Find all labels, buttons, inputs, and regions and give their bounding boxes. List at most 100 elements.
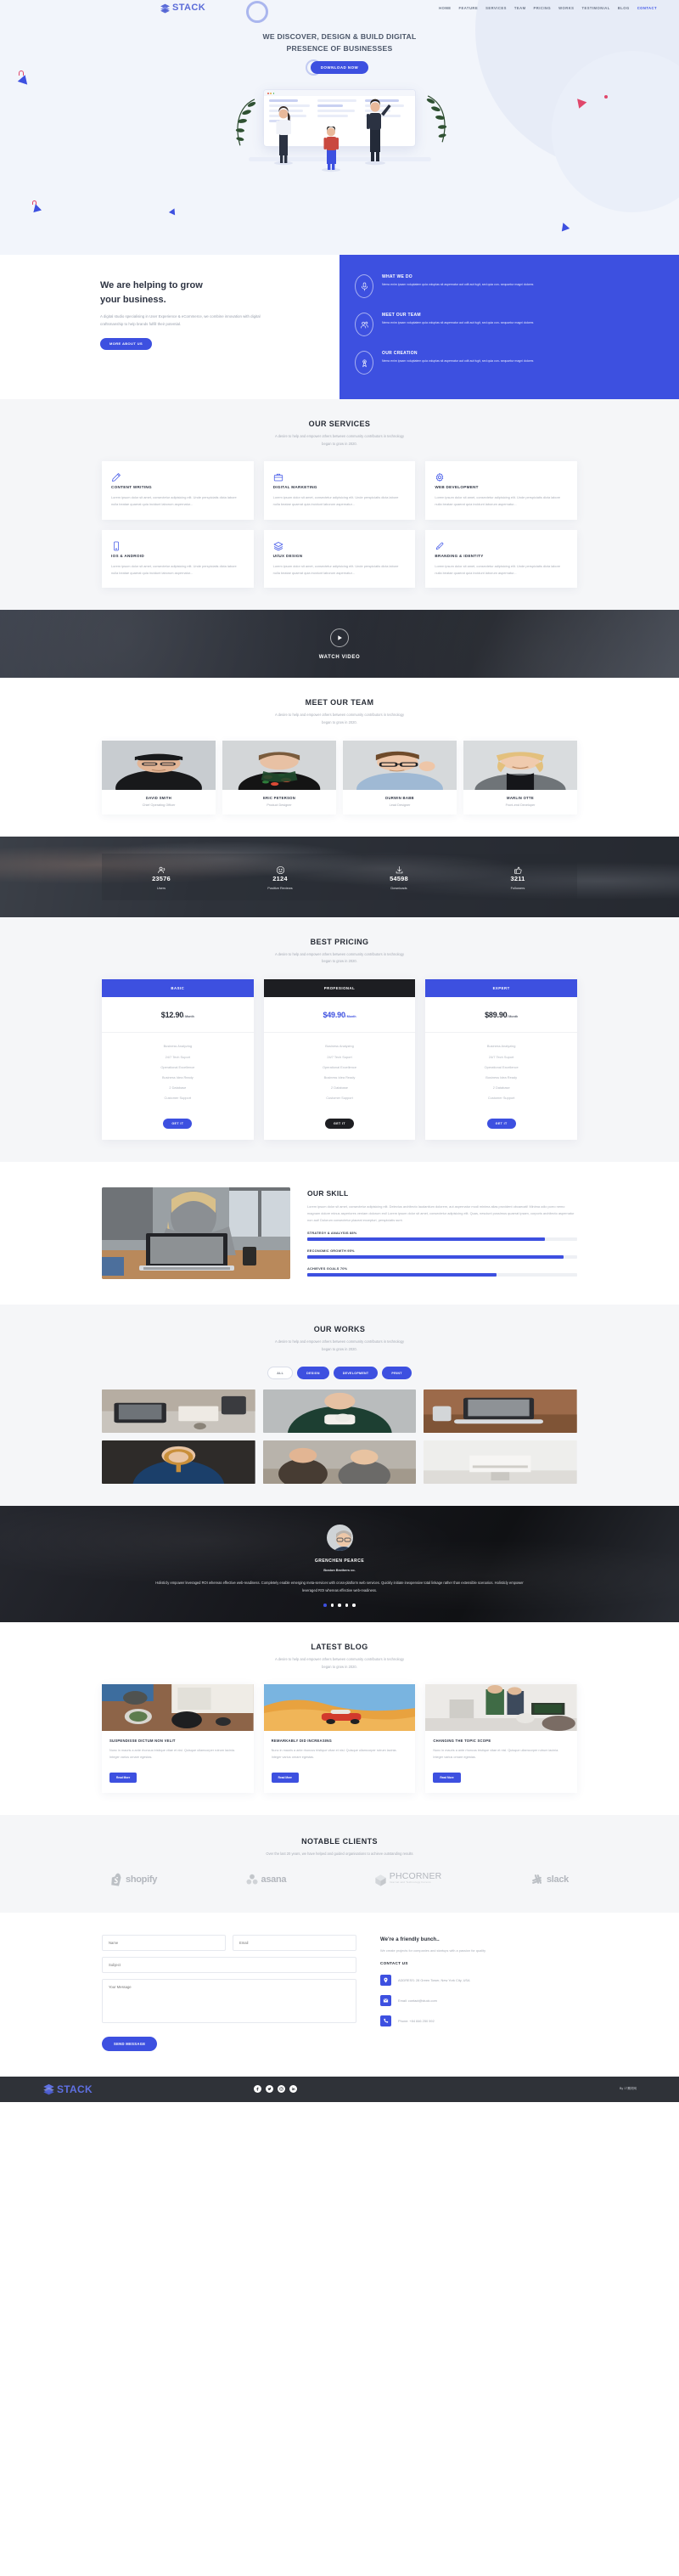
feature-what-we-do[interactable]: WHAT WE DO Nemo enim ipsam voluptatem qu…	[355, 274, 643, 298]
feature-text: Nemo enim ipsam voluptatem quia voluptas…	[382, 359, 534, 363]
team-member-card[interactable]: ERIC PETERSON Product Designer	[222, 740, 336, 815]
work-item[interactable]	[102, 1440, 255, 1485]
plan-feature: 24/7 Tech Suport	[488, 1054, 514, 1059]
watch-video-title: WATCH VIDEO	[318, 654, 361, 660]
filter-design[interactable]: DESIGN	[297, 1367, 329, 1380]
nav-item-feature[interactable]: FEATURE	[459, 6, 479, 10]
skill-section: OUR SKILL Lorem ipsum dolor sit amet, co…	[0, 1161, 679, 1305]
team-header: MEET OUR TEAM A desire to help and empow…	[102, 698, 577, 726]
read-more-button[interactable]: Read More	[271, 1773, 299, 1784]
pagination-dot-5[interactable]	[352, 1604, 356, 1607]
person-woman-center-icon	[322, 127, 340, 172]
nav-item-home[interactable]: HOME	[439, 6, 451, 10]
subtitle-line2: began to grow in 2020.	[322, 959, 357, 964]
nav-item-pricing[interactable]: PRICING	[534, 6, 552, 10]
service-card-branding-identity[interactable]: BRANDING & IDENTITY Lorem ipsum dolor si…	[425, 529, 577, 589]
pagination-dot-1[interactable]	[323, 1604, 327, 1607]
team-member-card[interactable]: DURWIN BABB Lead Designer	[343, 740, 457, 815]
pricing-section: BEST PRICING A desire to help and empowe…	[0, 916, 679, 1162]
section-title: OUR SERVICES	[308, 420, 371, 428]
pagination-dot-4[interactable]	[345, 1604, 349, 1607]
pricing-card-profesional[interactable]: PROFESIONAL $49.90/ Month Business Analy…	[263, 978, 416, 1140]
service-card-content-writing[interactable]: CONTENT WRITING Lorem ipsum dolor sit am…	[102, 461, 254, 520]
work-item[interactable]	[262, 1389, 417, 1434]
email-input[interactable]	[233, 1934, 356, 1951]
contact-email-text: Email: contact@stuck.com	[398, 1998, 437, 2003]
feature-title: WHAT WE DO	[382, 274, 412, 279]
plan-get-it-button[interactable]: GET IT	[325, 1118, 354, 1129]
footer-socials	[253, 2085, 297, 2094]
counters-section: 23576 Users 2124 Positive Reviews 54598 …	[0, 836, 679, 917]
plan-get-it-button[interactable]: GET IT	[163, 1118, 193, 1129]
instagram-icon[interactable]	[277, 2085, 285, 2094]
work-item[interactable]	[424, 1389, 577, 1434]
blog-header: LATEST BLOG A desire to help and empower…	[102, 1643, 577, 1671]
brand-logo[interactable]: STACK	[160, 3, 205, 14]
nav-item-team[interactable]: TEAM	[514, 6, 526, 10]
nav-item-contact[interactable]: CONTACT	[637, 6, 657, 10]
subtitle-line2: began to grow in 2020.	[322, 1664, 357, 1669]
blog-post-card[interactable]: SUSPENDISSE DICTUM NON VELIT Nunc in mau…	[102, 1684, 254, 1794]
briefcase-icon	[273, 471, 407, 485]
plan-feature: Operational Excellence	[322, 1064, 356, 1069]
filter-print[interactable]: PRINT	[382, 1367, 412, 1380]
filter-all[interactable]: ALL	[267, 1367, 294, 1380]
pricing-card-basic[interactable]: BASIC $12.90/ Month Business Analyzing 2…	[102, 978, 254, 1140]
service-card-digital-marketing[interactable]: DIGITAL MARKETING Lorem ipsum dolor sit …	[263, 461, 416, 520]
clients-logos: shopify asana PHCORNER Internet and Tech…	[102, 1867, 577, 1887]
service-body: Lorem ipsum dolor sit amet, consectetur …	[111, 563, 237, 575]
send-message-button[interactable]: SEND MESSAGE	[102, 2036, 158, 2051]
subject-input[interactable]	[102, 1956, 356, 1973]
plan-name: EXPERT	[425, 978, 577, 997]
feature-our-creation[interactable]: OUR CREATION Nemo enim ipsam voluptatem …	[355, 351, 643, 375]
footer-logo[interactable]: STACK	[42, 2083, 93, 2095]
service-title: WEB DEVELOPMENT	[435, 485, 479, 490]
person-man-right-icon	[365, 99, 391, 166]
work-item[interactable]	[102, 1389, 255, 1434]
plan-feature: Business Idea Ready	[485, 1074, 518, 1079]
service-body: Lorem ipsum dolor sit amet, consectetur …	[272, 495, 399, 506]
plan-get-it-button[interactable]: GET IT	[486, 1118, 516, 1129]
decorative-dot-1	[604, 95, 608, 99]
nav-item-works[interactable]: WORKS	[558, 6, 574, 10]
service-card-ui-ux-design[interactable]: UI/UX DESIGN Lorem ipsum dolor sit amet,…	[263, 529, 416, 589]
pagination-dot-2[interactable]	[330, 1604, 334, 1607]
rocket-icon	[435, 540, 568, 554]
name-input[interactable]	[102, 1934, 226, 1951]
plan-feature: Customer Support	[487, 1096, 515, 1101]
layers-icon	[273, 540, 407, 554]
post-image	[263, 1684, 416, 1732]
facebook-icon[interactable]	[253, 2085, 261, 2094]
plan-feature: Business Analyzing	[486, 1044, 516, 1049]
pagination-dot-3[interactable]	[338, 1604, 341, 1607]
read-more-button[interactable]: Read More	[109, 1773, 137, 1784]
nav-item-services[interactable]: SERVICES	[485, 6, 507, 10]
service-card-web-development[interactable]: WEB DEVELOPMENT Lorem ipsum dolor sit am…	[425, 461, 577, 520]
team-member-card[interactable]: MARLIN OTTE Front-end Developer	[463, 740, 577, 815]
message-textarea[interactable]	[102, 1978, 356, 2023]
team-member-card[interactable]: DAVID SMITH Chief Operating Officer	[102, 740, 216, 815]
plan-period: / Month	[183, 1014, 194, 1018]
section-title: LATEST BLOG	[311, 1642, 368, 1651]
service-body: Lorem ipsum dolor sit amet, consectetur …	[435, 563, 561, 575]
work-item[interactable]	[424, 1440, 577, 1485]
blog-post-card[interactable]: CHANGING THE TOPIC SCOPE Nunc in mauris …	[425, 1684, 577, 1794]
blog-post-card[interactable]: REMARKABLY DID INCREASING Nunc in mauris…	[263, 1684, 416, 1794]
service-card-ios-android[interactable]: IOS & ANDROID Lorem ipsum dolor sit amet…	[102, 529, 254, 589]
plan-feature: Customer Support	[326, 1096, 353, 1101]
member-name: ERIC PETERSON	[262, 795, 296, 800]
twitter-icon[interactable]	[265, 2085, 273, 2094]
feature-meet-our-team[interactable]: MEET OUR TEAM Nemo enim ipsam voluptatem…	[355, 313, 643, 336]
nav-item-blog[interactable]: BLOG	[618, 6, 630, 10]
mail-icon	[380, 1994, 391, 2006]
grow-title-line2: your business.	[100, 294, 166, 305]
play-button[interactable]	[330, 628, 349, 647]
pricing-card-expert[interactable]: EXPERT $89.90/ Month Business Analyzing …	[425, 978, 577, 1140]
more-about-us-button[interactable]: MORE ABOUT US	[100, 337, 153, 350]
work-item[interactable]	[262, 1440, 417, 1485]
read-more-button[interactable]: Read More	[433, 1773, 461, 1784]
nav-item-testimonial[interactable]: TESTIMONIAL	[581, 6, 609, 10]
filter-development[interactable]: DEVELOPMENT	[333, 1367, 379, 1380]
linkedin-icon[interactable]	[289, 2085, 297, 2094]
download-now-button[interactable]: DOWNLOAD NOW	[310, 61, 369, 75]
